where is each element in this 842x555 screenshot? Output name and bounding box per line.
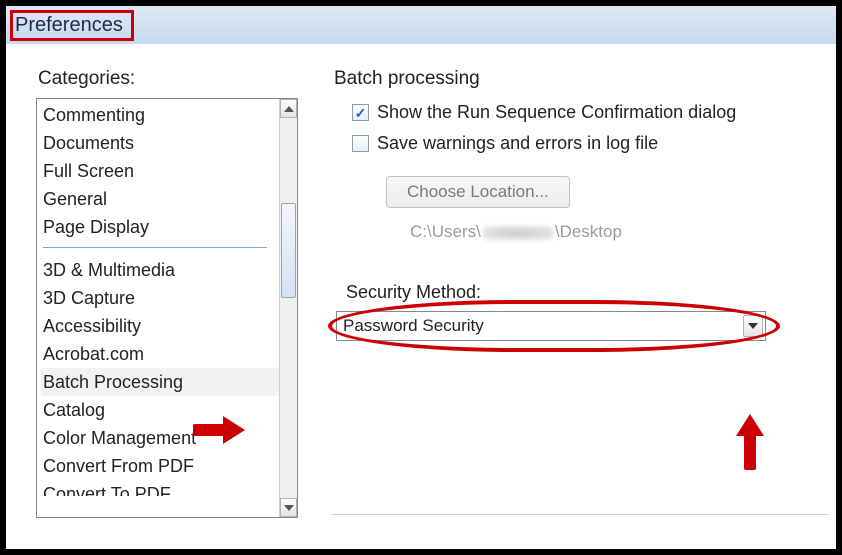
categories-pane: Categories: CommentingDocumentsFull Scre… [6,52,306,549]
list-item[interactable]: General [41,185,279,213]
checkbox-save-log[interactable] [352,135,369,152]
scroll-down-button[interactable] [280,498,297,517]
checkbox-save-log-label: Save warnings and errors in log file [377,133,658,154]
choose-location-button[interactable]: Choose Location... [386,176,570,208]
chevron-down-icon [748,323,758,329]
list-item[interactable]: Convert From PDF [41,452,279,480]
section-title: Batch processing [334,68,824,90]
categories-listbox[interactable]: CommentingDocumentsFull ScreenGeneralPag… [36,98,298,518]
scrollbar[interactable] [279,99,298,517]
scroll-track[interactable] [280,118,297,517]
checkbox-show-confirmation-label: Show the Run Sequence Confirmation dialo… [377,102,736,123]
path-prefix: C:\Users\ [410,222,481,241]
list-item[interactable]: Full Screen [41,157,279,185]
security-method-value: Password Security [343,316,743,336]
list-item[interactable]: Documents [41,129,279,157]
scroll-thumb[interactable] [281,203,296,298]
divider [331,514,828,515]
list-item[interactable]: 3D Capture [41,284,279,312]
list-item[interactable]: Page Display [41,213,279,241]
titlebar: Preferences [6,6,836,44]
window-title: Preferences [10,10,134,41]
log-file-path: C:\Users\ \Desktop [410,222,824,242]
list-separator [43,247,267,248]
list-item[interactable]: 3D & Multimedia [41,256,279,284]
security-method-dropdown[interactable]: Password Security [336,311,766,341]
list-item[interactable]: Commenting [41,101,279,129]
categories-heading: Categories: [38,68,300,90]
list-item[interactable]: Acrobat.com [41,340,279,368]
checkbox-show-confirmation[interactable] [352,104,369,121]
list-item[interactable]: Accessibility [41,312,279,340]
security-method-label: Security Method: [346,282,824,303]
redacted-username [483,226,553,240]
list-item[interactable]: Convert To PDF [41,480,279,496]
dropdown-button[interactable] [743,315,763,337]
list-item[interactable]: Batch Processing [41,368,279,396]
settings-pane: Batch processing Show the Run Sequence C… [306,52,836,549]
scroll-up-button[interactable] [280,99,297,118]
path-suffix: \Desktop [555,222,622,241]
